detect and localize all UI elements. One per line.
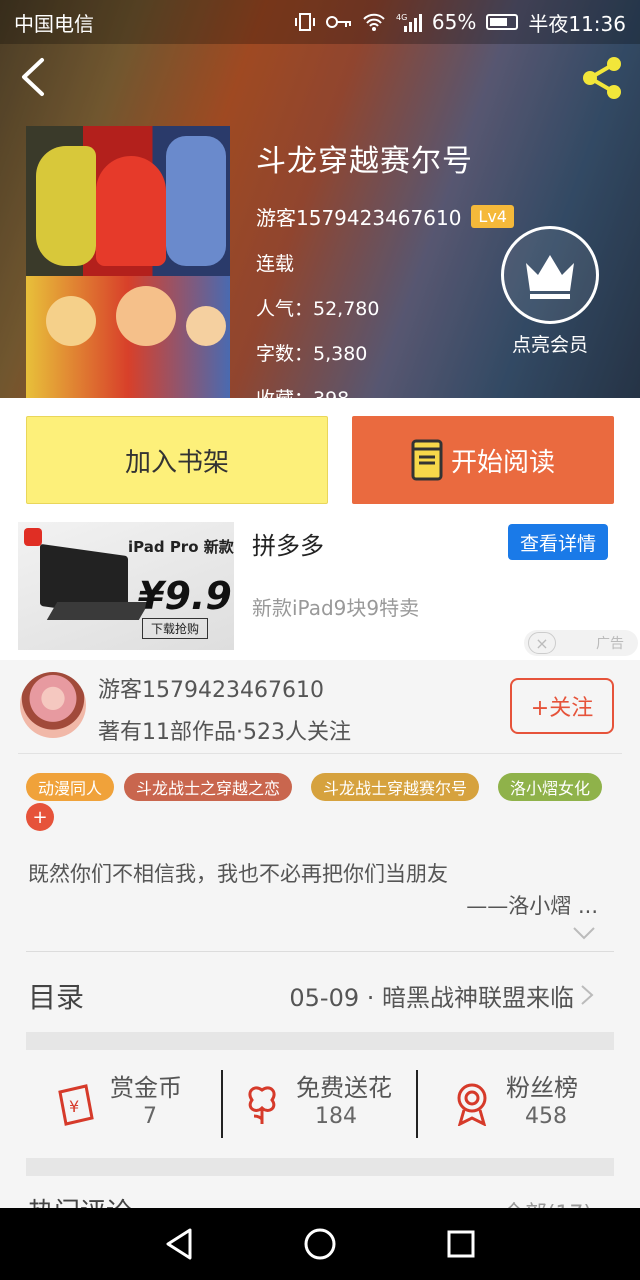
book-popularity: 人气：52,780 bbox=[256, 298, 380, 320]
tag-item[interactable]: 动漫同人 bbox=[26, 773, 115, 801]
author-card: 游客1579423467610 著有11部作品·523人关注 +关注 bbox=[0, 660, 640, 755]
ad-title: 拼多多 bbox=[252, 532, 324, 560]
ad-image[interactable]: iPad Pro 新款 ¥9.9 下载抢购 bbox=[18, 522, 234, 650]
intro-line-1: 既然你们不相信我，我也不必再把你们当朋友 bbox=[28, 862, 448, 886]
wifi-icon bbox=[363, 13, 385, 31]
intro-line-2: ——洛小熠 ... bbox=[466, 894, 598, 918]
avatar[interactable] bbox=[20, 672, 86, 738]
book-info: 斗龙穿越赛尔号 游客1579423467610 Lv4 连载 人气：52,780… bbox=[256, 136, 514, 411]
carrier-label: 中国电信 bbox=[14, 11, 94, 36]
tag-item[interactable]: 斗龙战士之穿越之恋 bbox=[124, 773, 293, 801]
medal-icon bbox=[457, 1083, 487, 1126]
clock: 半夜11:36 bbox=[528, 11, 626, 36]
share-icon[interactable] bbox=[578, 54, 626, 102]
status-bar: 中国电信 4G 65% 半夜11:36 bbox=[0, 0, 640, 44]
section-divider bbox=[26, 1158, 614, 1176]
fan-rank-stat[interactable]: 粉丝榜 458 bbox=[452, 1068, 612, 1140]
follow-button[interactable]: +关注 bbox=[510, 678, 614, 734]
close-icon[interactable]: × bbox=[528, 632, 556, 654]
fan-rank-value: 458 bbox=[525, 1104, 567, 1129]
free-flower-value: 184 bbox=[315, 1104, 357, 1129]
back-arrow-icon[interactable] bbox=[16, 56, 52, 98]
book-author[interactable]: 游客1579423467610 bbox=[256, 202, 461, 231]
expand-chevron-down-icon[interactable] bbox=[572, 924, 596, 942]
free-flower-stat[interactable]: 免费送花 184 bbox=[242, 1068, 422, 1140]
divider bbox=[221, 1070, 223, 1138]
recents-square-icon[interactable] bbox=[446, 1229, 476, 1259]
pinduoduo-logo-icon bbox=[24, 528, 42, 546]
start-reading-label: 开始阅读 bbox=[450, 447, 555, 478]
add-tag-button[interactable]: + bbox=[26, 803, 54, 831]
ad-description: 新款iPad9块9特卖 bbox=[252, 596, 420, 620]
signal-icon: 4G bbox=[396, 13, 422, 32]
toc-label: 目录 bbox=[28, 981, 85, 1014]
reward-coin-stat[interactable]: ¥ 赏金币 7 bbox=[56, 1068, 226, 1140]
start-reading-button[interactable]: 开始阅读 bbox=[352, 416, 614, 504]
book-icon bbox=[411, 439, 443, 481]
ad-banner[interactable]: iPad Pro 新款 ¥9.9 下载抢购 拼多多 新款iPad9块9特卖 查看… bbox=[0, 520, 640, 660]
ad-image-price: ¥9.9 bbox=[138, 574, 232, 618]
level-badge: Lv4 bbox=[471, 205, 514, 228]
tag-item[interactable]: 斗龙战士穿越赛尔号 bbox=[311, 773, 480, 801]
divider bbox=[26, 951, 614, 952]
ad-details-button[interactable]: 查看详情 bbox=[508, 524, 608, 560]
vip-label: 点亮会员 bbox=[511, 334, 588, 356]
key-icon bbox=[325, 16, 351, 28]
fan-rank-label: 粉丝榜 bbox=[506, 1074, 578, 1102]
author-stats: 著有11部作品·523人关注 bbox=[98, 720, 351, 745]
divider bbox=[18, 753, 622, 754]
vibrate-icon bbox=[294, 13, 315, 31]
section-divider bbox=[26, 1032, 614, 1050]
ad-image-title: iPad Pro 新款 bbox=[128, 538, 234, 556]
ad-close-area[interactable]: × 广告 bbox=[524, 630, 638, 656]
home-circle-icon[interactable] bbox=[303, 1227, 337, 1261]
ad-tag: 广告 bbox=[596, 636, 624, 652]
book-cover bbox=[26, 126, 230, 398]
chevron-right-icon bbox=[581, 985, 594, 1005]
book-title: 斗龙穿越赛尔号 bbox=[256, 144, 473, 179]
table-of-contents-row[interactable]: 目录 05-09 · 暗黑战神联盟来临 bbox=[0, 956, 640, 1034]
book-status: 连载 bbox=[256, 253, 295, 275]
status-icons: 4G 65% 半夜11:36 bbox=[294, 8, 626, 37]
flower-icon bbox=[248, 1086, 276, 1124]
engagement-stats: ¥ 赏金币 7 免费送花 184 粉丝榜 458 bbox=[26, 1050, 614, 1158]
reward-coin-label: 赏金币 bbox=[110, 1074, 182, 1102]
crown-icon bbox=[501, 226, 599, 324]
free-flower-label: 免费送花 bbox=[296, 1074, 392, 1102]
vip-button[interactable]: 点亮会员 bbox=[500, 226, 600, 357]
battery-icon bbox=[486, 14, 519, 30]
back-triangle-icon[interactable] bbox=[164, 1227, 194, 1261]
svg-text:¥: ¥ bbox=[69, 1097, 79, 1116]
svg-text:4G: 4G bbox=[396, 13, 407, 22]
reward-coin-value: 7 bbox=[143, 1104, 157, 1129]
action-bar: 加入书架 开始阅读 bbox=[0, 398, 640, 520]
divider bbox=[416, 1070, 418, 1138]
book-words: 字数：5,380 bbox=[256, 343, 368, 365]
reward-coin-icon: ¥ bbox=[58, 1084, 94, 1126]
battery-percent: 65% bbox=[431, 10, 477, 34]
book-author-row: 游客1579423467610 Lv4 bbox=[256, 202, 514, 231]
ad-image-cta: 下载抢购 bbox=[142, 618, 209, 639]
latest-chapter: 05-09 · 暗黑战神联盟来临 bbox=[289, 984, 574, 1012]
book-favorites: 收藏：398 bbox=[256, 388, 350, 410]
add-to-shelf-button[interactable]: 加入书架 bbox=[26, 416, 328, 504]
author-name[interactable]: 游客1579423467610 bbox=[98, 672, 324, 704]
tag-item[interactable]: 洛小熠女化 bbox=[498, 773, 603, 801]
system-nav-bar bbox=[0, 1208, 640, 1280]
